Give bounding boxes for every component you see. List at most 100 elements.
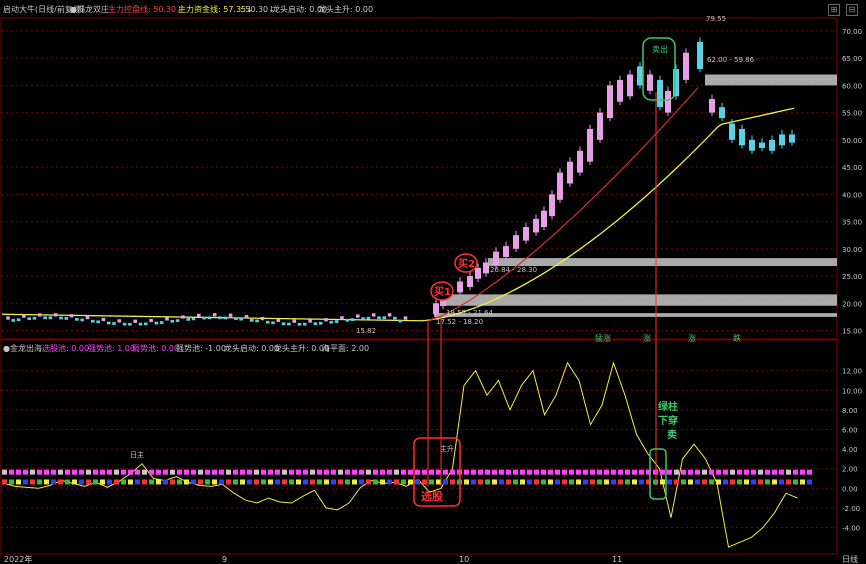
color-bar: [219, 469, 224, 475]
color-bar: [296, 479, 301, 485]
color-bar: [492, 479, 497, 485]
candle: [16, 318, 21, 322]
candle: [371, 313, 376, 317]
green-pierce-2: 下穿: [658, 414, 678, 427]
color-bar: [331, 479, 336, 485]
y-tick: 30.00: [842, 246, 862, 254]
color-bar: [590, 469, 595, 475]
candle: [32, 316, 37, 320]
price-band: [705, 74, 837, 86]
sub-t5: 龙头启动: 0.00: [224, 343, 279, 353]
color-bar: [744, 479, 749, 485]
color-bar: [709, 469, 714, 475]
color-bar: [401, 479, 406, 485]
color-bar: [590, 479, 595, 485]
color-bar: [345, 469, 350, 475]
color-bar: [499, 469, 504, 475]
top-marker-3: 涨: [688, 333, 696, 343]
x-label-2022: 2022年: [4, 554, 32, 564]
color-bar: [583, 469, 588, 475]
color-bar: [303, 469, 308, 475]
color-bar: [422, 479, 427, 485]
y-tick: 40.00: [842, 191, 862, 199]
color-bar: [212, 469, 217, 475]
color-bar: [681, 469, 686, 475]
color-bar: [625, 469, 630, 475]
color-bar: [667, 479, 672, 485]
color-bar: [240, 479, 245, 485]
color-bar: [93, 479, 98, 485]
candle: [475, 267, 481, 279]
color-bar: [16, 479, 21, 485]
candle: [271, 321, 275, 325]
color-bar: [380, 469, 385, 475]
sell-box-label: 卖出: [652, 44, 668, 54]
color-bar: [338, 479, 343, 485]
y-tick: 12.00: [842, 368, 862, 376]
candle: [159, 321, 164, 324]
candle: [244, 315, 249, 319]
color-bar: [737, 469, 742, 475]
candle: [59, 316, 63, 320]
color-bar: [709, 479, 714, 485]
y-tick: 25.00: [842, 273, 862, 281]
color-bars: [2, 469, 812, 485]
candle: [789, 134, 795, 143]
color-bar: [415, 469, 420, 475]
candle: [85, 315, 90, 320]
zone-mid-label: 26.84 - 28.30: [490, 266, 537, 274]
candle: [467, 276, 473, 287]
color-bar: [100, 479, 105, 485]
color-bar: [135, 469, 140, 475]
color-bar: [282, 479, 287, 485]
stock-chart: 70.00 65.00 60.00 55.00 50.00 45.00 40.00 35.00…: [0, 4, 862, 564]
oscillator-line: [3, 361, 798, 548]
color-bar: [387, 479, 392, 485]
color-bar: [156, 469, 161, 475]
zone-low-label: 19.55 - 21.64: [446, 309, 494, 317]
color-bar: [324, 469, 329, 475]
color-bar: [9, 479, 14, 485]
candle: [587, 128, 593, 162]
color-bar: [289, 479, 294, 485]
settings-button[interactable]: ⊞: [828, 4, 840, 16]
candle: [557, 172, 563, 200]
sub-t4: 强势池: -1.00: [176, 343, 226, 353]
candle: [154, 321, 159, 325]
color-bar: [471, 479, 476, 485]
y-tick: 0.00: [842, 485, 858, 493]
color-bar: [51, 469, 56, 475]
candle: [260, 316, 265, 321]
color-bar: [562, 479, 567, 485]
candle: [749, 139, 755, 151]
color-bar: [198, 479, 203, 485]
candle: [541, 210, 547, 228]
color-bar: [163, 469, 168, 475]
candle: [175, 319, 180, 322]
zone-top-label: 62.00 - 59.86: [707, 56, 755, 64]
candle: [387, 313, 392, 317]
color-bar: [548, 479, 553, 485]
color-bar: [275, 479, 280, 485]
candle: [75, 317, 79, 321]
color-bar: [114, 469, 119, 475]
color-bar: [772, 469, 777, 475]
y-tick: 4.00: [842, 446, 858, 454]
candle: [117, 319, 122, 323]
close-button[interactable]: ⊟: [846, 4, 858, 16]
candle: [265, 320, 270, 324]
color-bar: [569, 479, 574, 485]
color-bar: [387, 469, 392, 475]
color-bar: [268, 479, 273, 485]
color-bar: [317, 479, 322, 485]
candle: [665, 90, 671, 113]
candle: [533, 218, 539, 233]
y-tick: 60.00: [842, 82, 862, 90]
candle: [276, 318, 281, 322]
price-band: [434, 313, 837, 317]
color-bar: [786, 479, 791, 485]
color-bar: [282, 469, 287, 475]
color-bar: [793, 469, 798, 475]
color-bar: [779, 479, 784, 485]
color-bar: [345, 479, 350, 485]
